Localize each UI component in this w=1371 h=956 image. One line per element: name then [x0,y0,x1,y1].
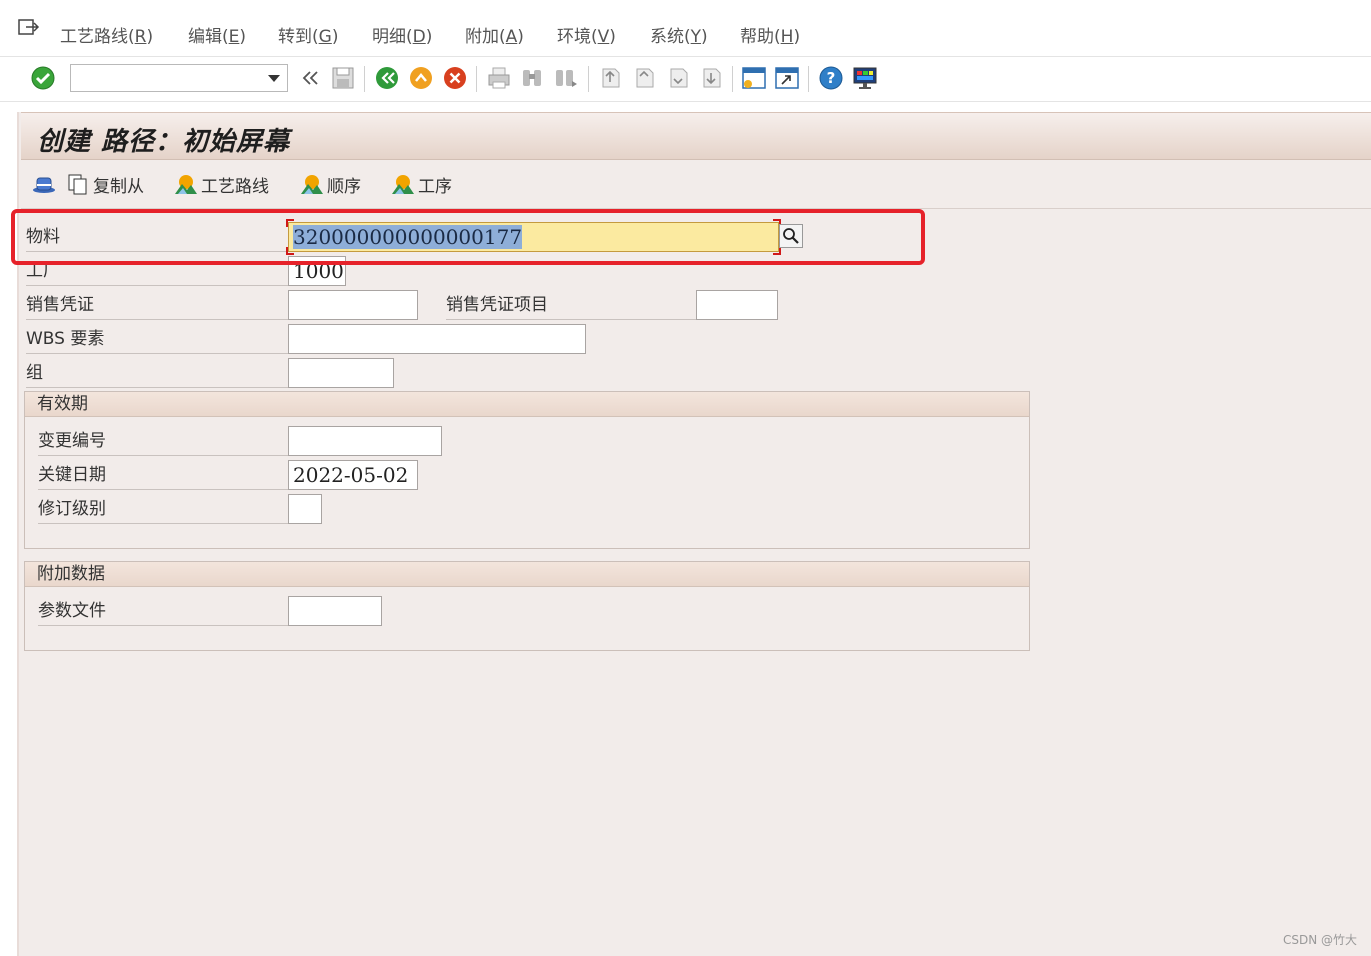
menu-label: 明细( [372,27,413,47]
menu-mnemonic: A [505,27,518,47]
menu-label: 编辑( [188,27,229,47]
profile-input[interactable] [288,596,382,626]
highlight-box [11,209,925,265]
cancel-red-icon[interactable] [442,65,468,91]
hat-icon [33,177,55,193]
find-icon[interactable] [519,65,545,91]
copy-from-button[interactable]: 复制从 [65,172,144,197]
exit-orange-icon[interactable] [408,65,434,91]
menu-close: ) [239,27,247,47]
routing-button[interactable]: 工艺路线 [173,172,269,197]
menu-exit-icon[interactable] [18,18,40,38]
title-bar: 创建 路径：初始屏幕 [21,112,1371,160]
layout-settings-icon[interactable] [852,65,878,91]
menu-item-routing[interactable]: 工艺路线(R) [60,22,153,47]
menu-label: 工艺路线( [60,27,135,47]
operation-label: 工序 [418,176,452,197]
menu-item-system[interactable]: 系统(Y) [650,22,708,47]
routing-label: 工艺路线 [201,176,269,197]
enter-check-icon[interactable] [30,65,56,91]
help-icon[interactable]: ? [818,65,844,91]
next-page-icon[interactable] [665,65,691,91]
menu-item-edit[interactable]: 编辑(E) [188,22,246,47]
back-green-icon[interactable] [374,65,400,91]
last-page-icon[interactable] [698,65,724,91]
menu-mnemonic: V [597,27,610,47]
other-object-button[interactable] [31,172,59,196]
save-icon[interactable] [330,65,356,91]
revision-level-input[interactable] [288,494,322,524]
command-field[interactable] [70,64,288,92]
toolbar-separator [808,66,809,92]
validity-group-title: 有效期 [25,392,1029,417]
menu-close: ) [146,27,154,47]
menu-item-help[interactable]: 帮助(H) [740,22,800,47]
operation-icon [392,175,414,194]
group-input[interactable] [288,358,394,388]
additional-data-group-title: 附加数据 [25,562,1029,587]
menu-mnemonic: H [780,27,794,47]
sales-document-label: 销售凭证 [26,290,288,320]
sequence-button[interactable]: 顺序 [299,172,361,197]
menu-label: 附加( [465,27,506,47]
menu-mnemonic: G [318,27,332,47]
routing-icon [175,175,197,194]
menu-item-extras[interactable]: 附加(A) [465,22,524,47]
menu-mnemonic: E [228,27,240,47]
wbs-element-label: WBS 要素 [26,324,288,354]
change-number-input[interactable] [288,426,442,456]
wbs-element-input[interactable] [288,324,586,354]
chevron-down-icon[interactable] [268,75,280,82]
revision-level-label: 修订级别 [38,494,288,524]
change-number-label: 变更编号 [38,426,288,456]
first-page-icon[interactable] [597,65,623,91]
menu-close: ) [331,27,339,47]
menu-label: 转到( [278,27,319,47]
key-date-label: 关键日期 [38,460,288,490]
toolbar-separator [476,66,477,92]
sales-document-input[interactable] [288,290,418,320]
menu-label: 系统( [650,27,691,47]
page-title: 创建 路径：初始屏幕 [37,127,291,157]
menu-label: 环境( [557,27,598,47]
sales-document-item-label: 销售凭证项目 [446,290,696,320]
application-toolbar: 复制从 工艺路线 顺序 工序 [21,160,1371,209]
menu-item-environment[interactable]: 环境(V) [557,22,616,47]
menu-item-details[interactable]: 明细(D) [372,22,432,47]
profile-label: 参数文件 [38,596,288,626]
svg-text:?: ? [827,69,836,87]
operation-button[interactable]: 工序 [390,172,452,197]
create-session-icon[interactable] [741,65,767,91]
sequence-label: 顺序 [327,176,361,197]
sales-document-item-input[interactable] [696,290,778,320]
previous-page-icon[interactable] [631,65,657,91]
menu-mnemonic: R [134,27,147,47]
menu-close: ) [609,27,616,47]
find-next-icon[interactable] [553,65,579,91]
menu-mnemonic: Y [690,27,702,47]
watermark: CSDN @竹大 [1282,933,1357,947]
shortcut-icon[interactable] [774,65,800,91]
toolbar-separator [364,66,365,92]
menu-label: 帮助( [740,27,781,47]
sequence-icon [301,175,323,194]
copy-from-label: 复制从 [93,176,144,197]
print-icon[interactable] [486,65,512,91]
toolbar-separator [588,66,589,92]
menu-item-goto[interactable]: 转到(G) [278,22,338,47]
menu-close: ) [517,27,524,47]
menu-mnemonic: D [412,27,426,47]
menu-close: ) [793,27,801,47]
menu-bar: 工艺路线(R) 编辑(E) 转到(G) 明细(D) 附加(A) 环境(V) 系统… [0,0,1371,57]
menu-close: ) [425,27,433,47]
toolbar-separator [732,66,733,92]
group-label: 组 [26,358,288,388]
command-input[interactable] [75,66,269,92]
key-date-input[interactable]: 2022-05-02 [288,460,418,490]
menu-close: ) [701,27,708,47]
copy-icon [68,174,87,195]
back-double-chevron-icon[interactable] [298,65,324,91]
